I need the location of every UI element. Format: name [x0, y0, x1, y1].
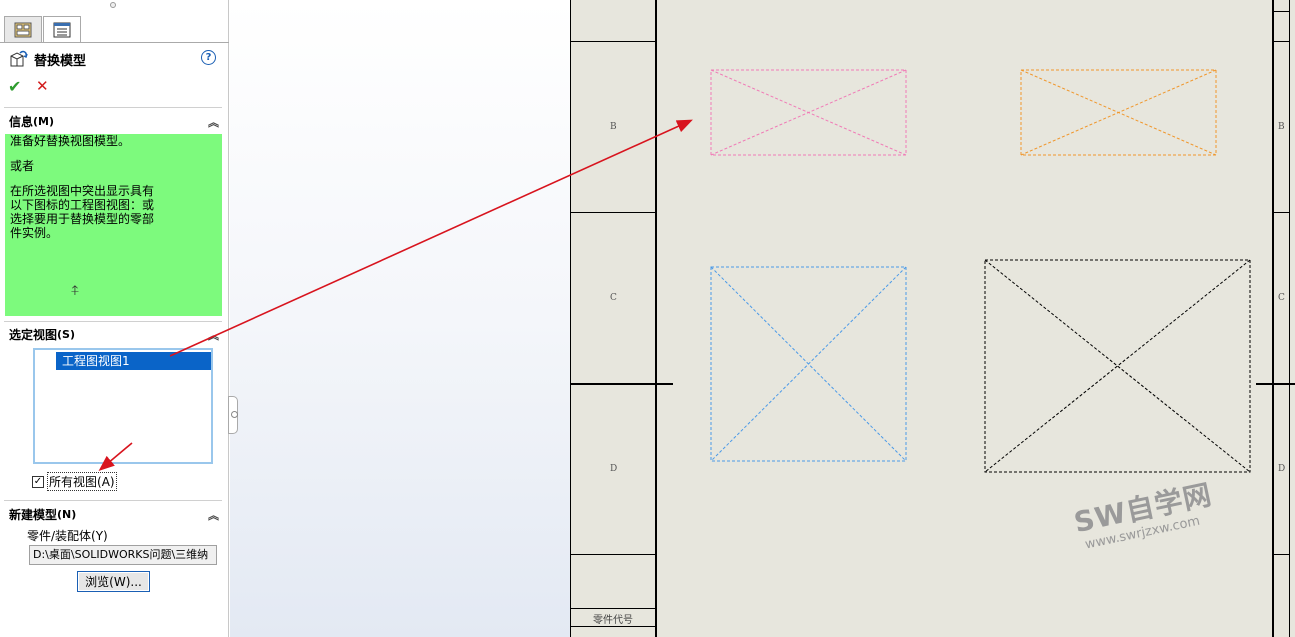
info-line: 在所选视图中突出显示具有 — [10, 184, 155, 198]
section-header-new-model[interactable]: 新建模型 (N) ︽ — [0, 503, 229, 525]
section-divider — [4, 500, 222, 501]
section-header-info[interactable]: 信息 (M) ︽ — [0, 110, 229, 132]
drawing-sheet[interactable]: 零件代号 B C D B C D — [570, 0, 1295, 637]
selected-views-list[interactable]: 工程图视图1 — [33, 348, 213, 464]
info-line — [10, 173, 222, 184]
browse-button[interactable]: 浏览(W)... — [77, 571, 150, 592]
feature-tree-icon — [14, 22, 32, 37]
checkbox-check-icon[interactable]: ✓ — [32, 475, 44, 488]
info-line: 选择要用于替换模型的零部 — [10, 212, 155, 226]
drawing-views-layer — [710, 69, 1251, 473]
help-icon[interactable]: ? — [201, 50, 216, 65]
section-title: 新建模型 — [9, 507, 58, 522]
panel-grip[interactable] — [110, 2, 116, 8]
section-divider — [4, 321, 222, 322]
part-assembly-label: 零件/装配体(Y) — [27, 529, 108, 543]
drawing-view-black[interactable] — [984, 259, 1251, 473]
info-line — [10, 148, 222, 159]
section-header-selected-views[interactable]: 选定视图 (S) ︽ — [0, 323, 229, 345]
ok-button[interactable]: ✔ — [8, 77, 21, 96]
drawing-view-orange[interactable] — [1020, 69, 1217, 156]
collapse-icon[interactable]: ︽ — [208, 114, 219, 130]
model-path-field[interactable]: D:\桌面\SOLIDWORKS问题\三维纳 — [29, 545, 217, 565]
replace-model-icon — [10, 50, 28, 67]
panel-splitter-handle[interactable] — [228, 396, 238, 434]
property-manager-panel: 替换模型 ? ✔ ✕ 信息 (M) ︽ 准备好替换视图模型。 或者 在所选视图中突… — [0, 0, 229, 637]
info-line: 件实例。 — [10, 226, 59, 240]
info-message-box: 准备好替换视图模型。 或者 在所选视图中突出显示具有 以下图标的工程图视图：或 … — [5, 134, 222, 316]
section-key: (N) — [57, 507, 77, 521]
info-line: 准备好替换视图模型。 — [10, 134, 131, 148]
collapse-icon[interactable]: ︽ — [208, 507, 219, 523]
all-views-checkbox[interactable]: ✓ 所有视图(A) — [32, 472, 117, 491]
graphics-area[interactable] — [230, 0, 570, 637]
property-list-icon — [53, 22, 71, 37]
info-line: 以下图标的工程图视图：或 — [10, 198, 155, 212]
pm-header: 替换模型 ? — [8, 49, 220, 69]
tab-divider — [0, 42, 229, 43]
all-views-label: 所有视图(A) — [47, 472, 117, 491]
section-key: (M) — [33, 114, 55, 128]
list-item[interactable]: 工程图视图1 — [56, 352, 211, 370]
section-title: 选定视图 — [9, 327, 58, 342]
drawing-view-icon: ⍏ — [71, 283, 80, 299]
info-line: 或者 — [10, 159, 35, 173]
cancel-button[interactable]: ✕ — [36, 77, 49, 95]
drawing-view-pink[interactable] — [710, 69, 907, 156]
collapse-icon[interactable]: ︽ — [208, 327, 219, 343]
section-key: (S) — [57, 327, 75, 341]
section-title: 信息 — [9, 114, 34, 129]
drawing-view-blue[interactable] — [710, 266, 907, 462]
section-divider — [4, 107, 222, 108]
tab-feature-manager[interactable] — [4, 16, 42, 42]
page-title: 替换模型 — [34, 53, 87, 69]
tab-property-manager[interactable] — [43, 16, 81, 42]
